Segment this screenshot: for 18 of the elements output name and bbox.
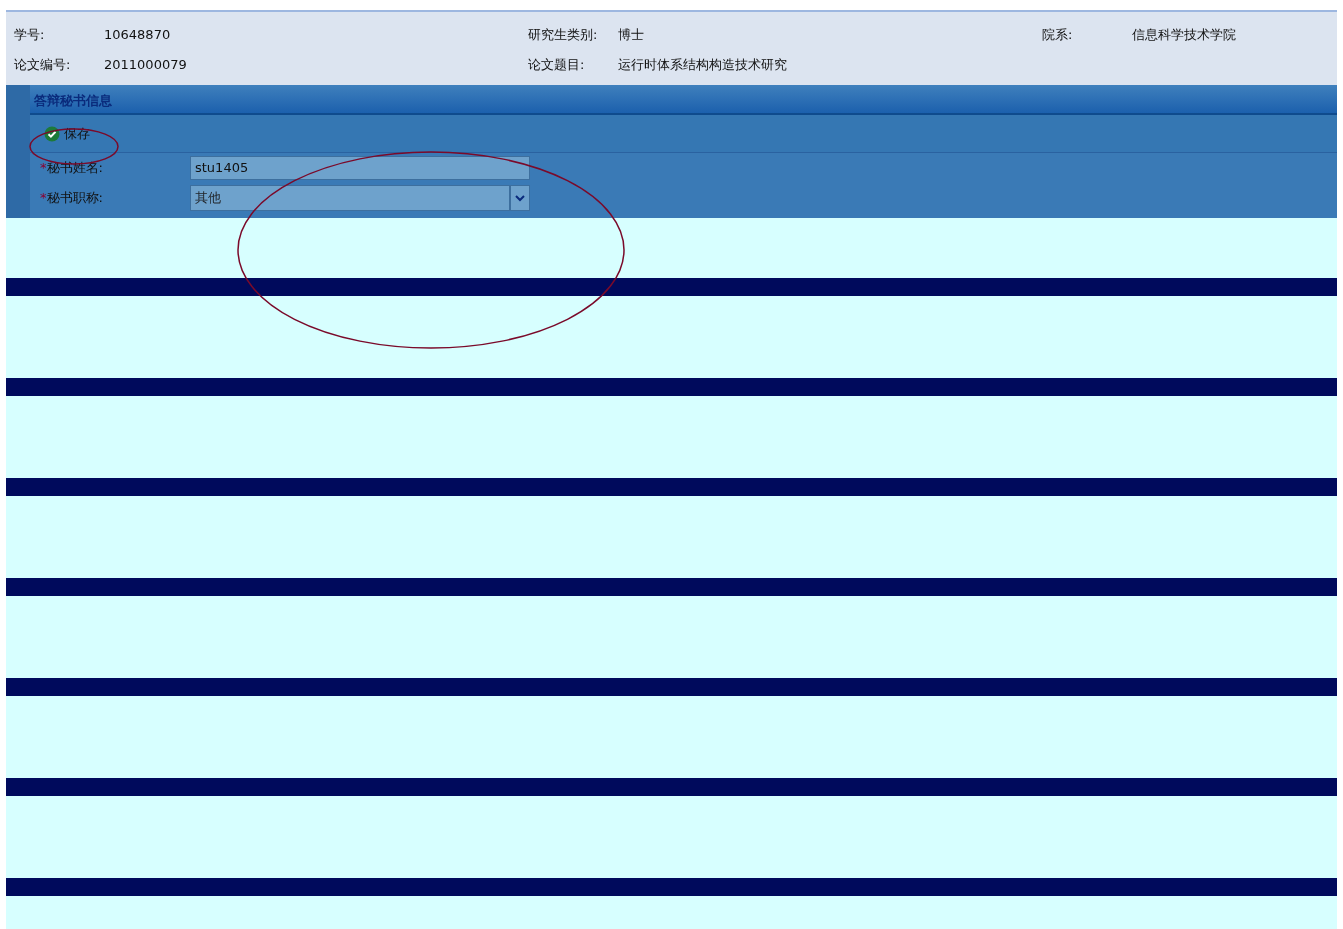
dropdown-button[interactable] (510, 185, 530, 211)
caret-icon (515, 194, 525, 202)
check-icon (44, 125, 60, 142)
info-label: 论文题目: (528, 56, 586, 75)
panel-title: 答辩秘书信息 (30, 85, 1337, 115)
info-label: 研究生类别: (528, 26, 599, 45)
info-value: 2011000079 (104, 56, 187, 75)
info-label: 院系: (1042, 26, 1074, 45)
input-field[interactable]: stu1405 (190, 156, 530, 180)
info-label: 论文编号: (14, 56, 72, 75)
select-field[interactable]: 其他 (190, 185, 510, 211)
info-value: 博士 (618, 26, 644, 45)
info-value: 信息科学技术学院 (1132, 26, 1236, 45)
field-label: *秘书姓名: (40, 159, 104, 178)
info-value: 10648870 (104, 26, 171, 45)
info-value: 运行时体系结构构造技术研究 (618, 56, 787, 75)
info-label: 学号: (14, 26, 46, 45)
field-label: *秘书职称: (40, 189, 104, 208)
